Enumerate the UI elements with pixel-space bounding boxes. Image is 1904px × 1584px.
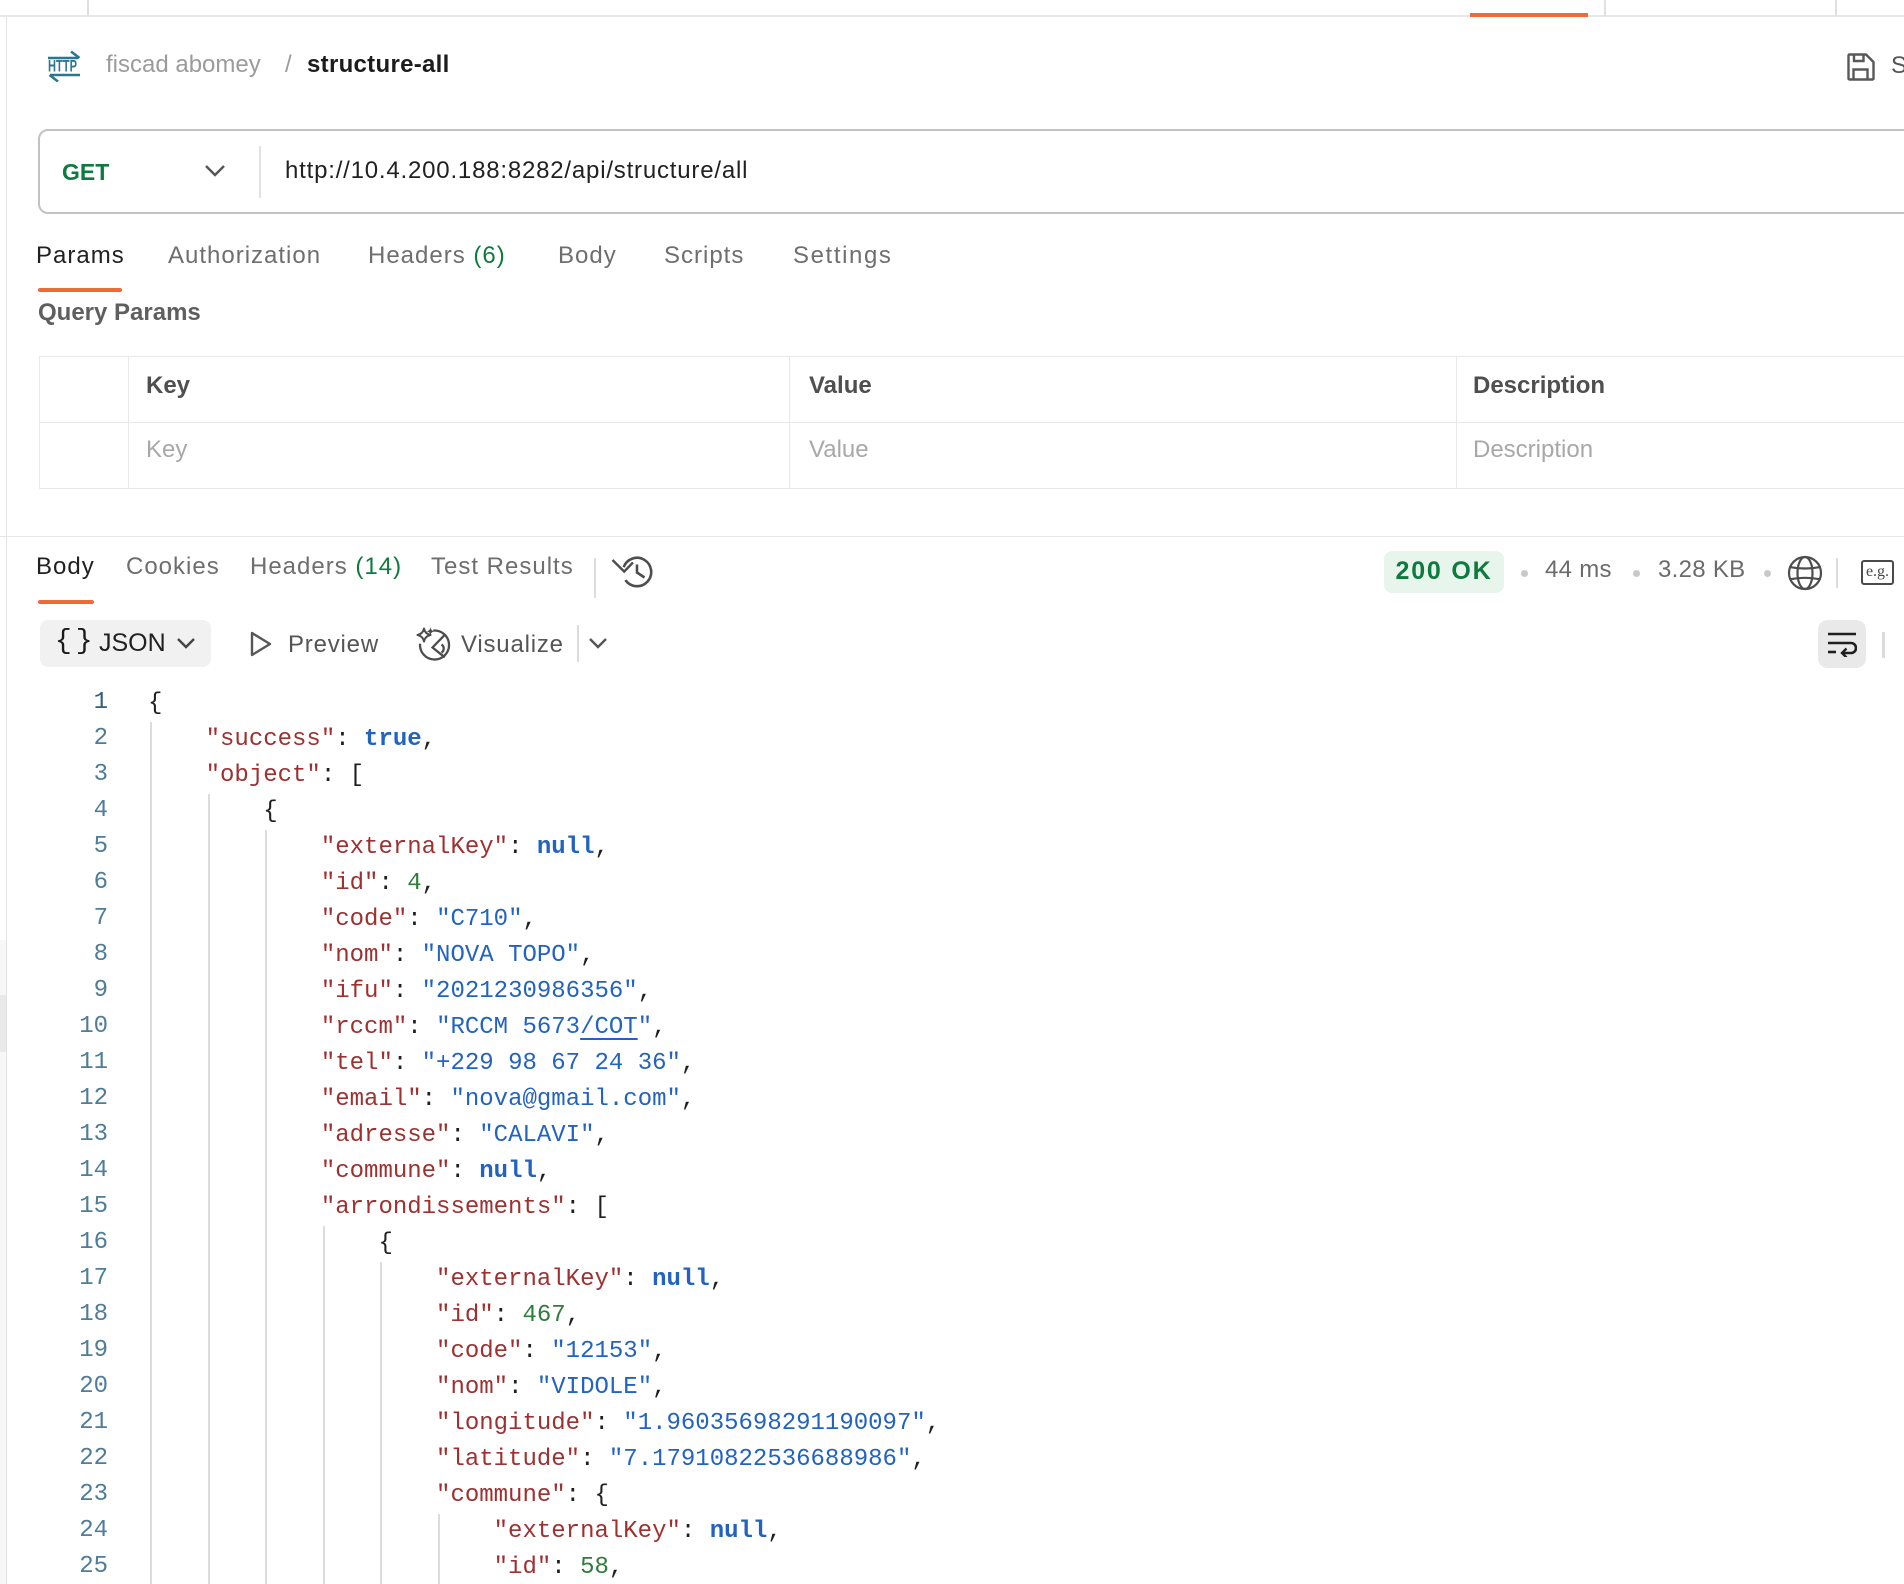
svg-text:HTTP: HTTP (48, 57, 77, 76)
